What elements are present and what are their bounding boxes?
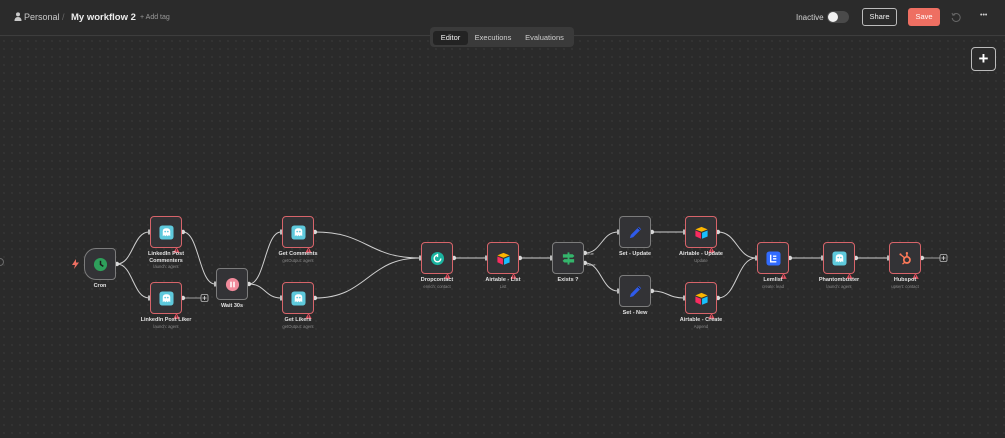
warning-icon	[305, 306, 312, 319]
node-airtable-update[interactable]	[685, 216, 717, 253]
tab-evaluations[interactable]: Evaluations	[519, 31, 570, 45]
warning-icon	[510, 266, 517, 279]
if-signpost-icon	[561, 251, 576, 266]
toggle-knob	[828, 12, 838, 22]
pen-icon	[628, 225, 643, 240]
warning-icon	[780, 266, 787, 279]
add-node-button[interactable]: +	[971, 47, 996, 71]
warning-icon	[912, 266, 919, 279]
dropcontact-icon	[430, 251, 445, 266]
node-airtable-create[interactable]	[685, 282, 717, 319]
node-label: Set - New	[622, 310, 648, 316]
node-subtitle: getOutput: agent	[282, 323, 314, 329]
node-hubspot[interactable]	[889, 242, 921, 279]
warning-icon	[305, 240, 312, 253]
phantombuster-icon	[159, 225, 174, 240]
node-airtable-list[interactable]	[487, 242, 519, 279]
node-phantombuster[interactable]	[823, 242, 855, 279]
add-tag-link[interactable]: + Add tag	[140, 14, 170, 21]
node-exists[interactable]	[552, 242, 584, 274]
node-subtitle: upsert: contact	[891, 283, 919, 289]
node-subtitle: List	[499, 283, 507, 289]
pen-icon	[628, 284, 643, 299]
node-linkedin-commenters[interactable]	[150, 216, 182, 253]
warning-icon	[173, 240, 180, 253]
save-button[interactable]: Save	[908, 8, 940, 26]
node-dropcontact[interactable]	[421, 242, 453, 279]
node-subtitle: Update	[694, 257, 708, 263]
node-label: Exists ?	[557, 277, 579, 283]
active-status-label: Inactive	[796, 13, 824, 22]
warning-icon	[708, 306, 715, 319]
node-label: Wait 30s	[220, 303, 244, 309]
n8n-app: Personal / My workflow 2 + Add tag Inact…	[0, 0, 1005, 438]
phantombuster-icon	[291, 291, 306, 306]
branch-label-true: true	[587, 251, 594, 256]
node-get-likers[interactable]	[282, 282, 314, 319]
airtable-icon	[496, 251, 511, 266]
node-label: Cron	[93, 283, 107, 289]
workflow-name[interactable]: My workflow 2	[71, 12, 136, 23]
node-subtitle: launch: agent	[153, 264, 179, 269]
trigger-bolt-icon	[72, 259, 79, 269]
node-set-new[interactable]	[619, 275, 651, 307]
active-toggle[interactable]	[827, 11, 849, 23]
node-set-update[interactable]	[619, 216, 651, 248]
node-get-comments[interactable]	[282, 216, 314, 253]
connection-line[interactable]	[651, 290, 685, 299]
share-button[interactable]: Share	[862, 8, 897, 26]
airtable-icon	[694, 225, 709, 240]
connection-line[interactable]	[116, 263, 150, 299]
node-subtitle: Append	[693, 323, 709, 329]
user-icon	[14, 12, 22, 21]
connection-line[interactable]	[584, 231, 619, 254]
node-label: LinkedIn Post Commenters	[147, 251, 185, 264]
clock-icon	[93, 257, 108, 272]
tab-executions[interactable]: Executions	[470, 31, 516, 45]
node-subtitle: getOutput: agent	[282, 257, 314, 263]
hubspot-icon	[898, 251, 913, 266]
tab-editor[interactable]: Editor	[433, 31, 468, 45]
lemlist-icon	[766, 251, 781, 266]
phantombuster-icon	[832, 251, 847, 266]
history-icon[interactable]	[951, 12, 961, 22]
warning-icon	[444, 266, 451, 279]
project-name[interactable]: Personal	[24, 12, 60, 22]
node-wait[interactable]	[216, 268, 248, 300]
workflow-canvas[interactable]: Cron LinkedIn Post Commenters launch: agen…	[0, 37, 1005, 438]
warning-icon	[708, 240, 715, 253]
add-node-label: +	[978, 49, 989, 68]
node-lemlist[interactable]	[757, 242, 789, 279]
phantombuster-icon	[291, 225, 306, 240]
more-options-button[interactable]: •••	[980, 12, 987, 19]
branch-label-false: false	[587, 262, 596, 267]
warning-icon	[846, 266, 853, 279]
pause-icon	[225, 277, 240, 292]
node-subtitle: launch: agent	[153, 323, 179, 329]
breadcrumb-separator: /	[62, 12, 65, 22]
phantombuster-icon	[159, 291, 174, 306]
airtable-icon	[694, 291, 709, 306]
connection-line[interactable]	[248, 283, 282, 299]
